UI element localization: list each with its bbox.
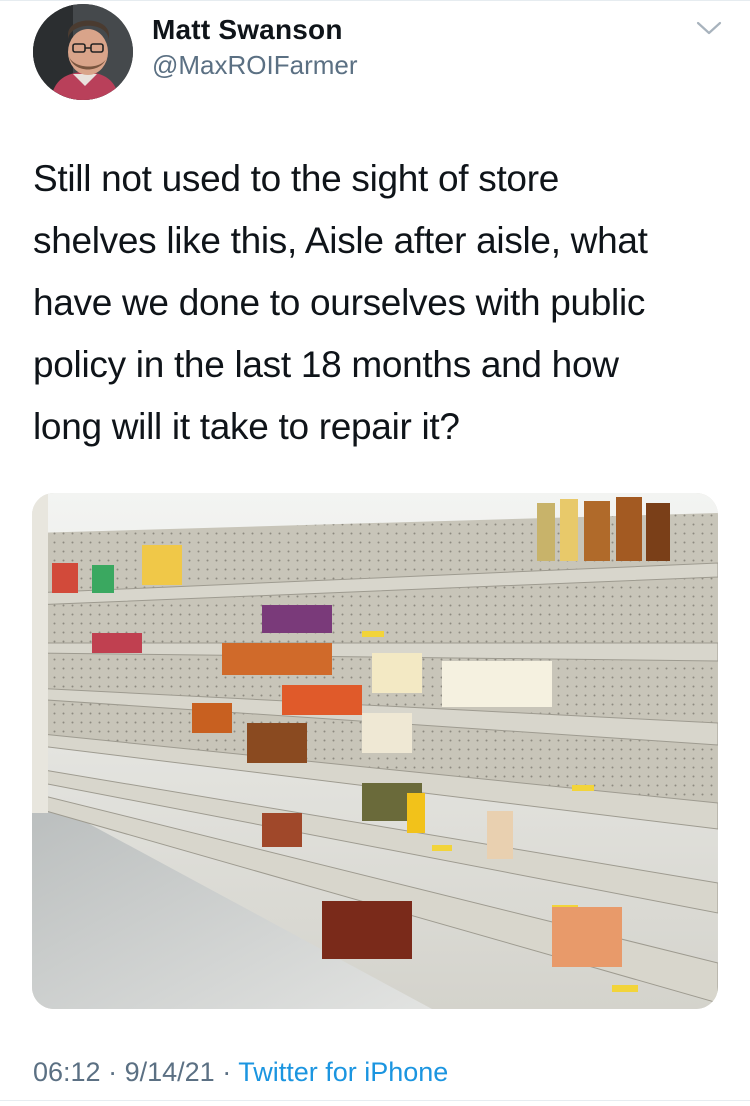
tweet-photo[interactable] (32, 493, 718, 1009)
tweet-text-line: Still not used to the sight of store (33, 158, 560, 199)
tweet-text-line: shelves like this, Aisle after aisle, wh… (33, 220, 648, 261)
bottom-divider (0, 1100, 750, 1101)
tweet-time[interactable]: 06:12 (33, 1057, 101, 1087)
author-name[interactable]: Matt Swanson (152, 14, 343, 46)
tweet-meta: 06:12 · 9/14/21 · Twitter for iPhone (33, 1057, 448, 1088)
chevron-down-icon[interactable] (693, 16, 725, 40)
meta-separator: · (108, 1057, 118, 1087)
tweet-text-line: policy in the last 18 months and how (33, 344, 619, 385)
meta-separator: · (222, 1057, 232, 1087)
tweet-text-line: have we done to ourselves with public (33, 282, 646, 323)
tweet-date[interactable]: 9/14/21 (125, 1057, 215, 1087)
tweet-text: Still not used to the sight of store she… (33, 148, 723, 458)
tweet-text-line: long will it take to repair it? (33, 406, 460, 447)
avatar[interactable] (33, 4, 133, 100)
author-handle[interactable]: @MaxROIFarmer (152, 50, 358, 81)
tweet-source-link[interactable]: Twitter for iPhone (238, 1057, 448, 1087)
top-divider (0, 0, 750, 1)
